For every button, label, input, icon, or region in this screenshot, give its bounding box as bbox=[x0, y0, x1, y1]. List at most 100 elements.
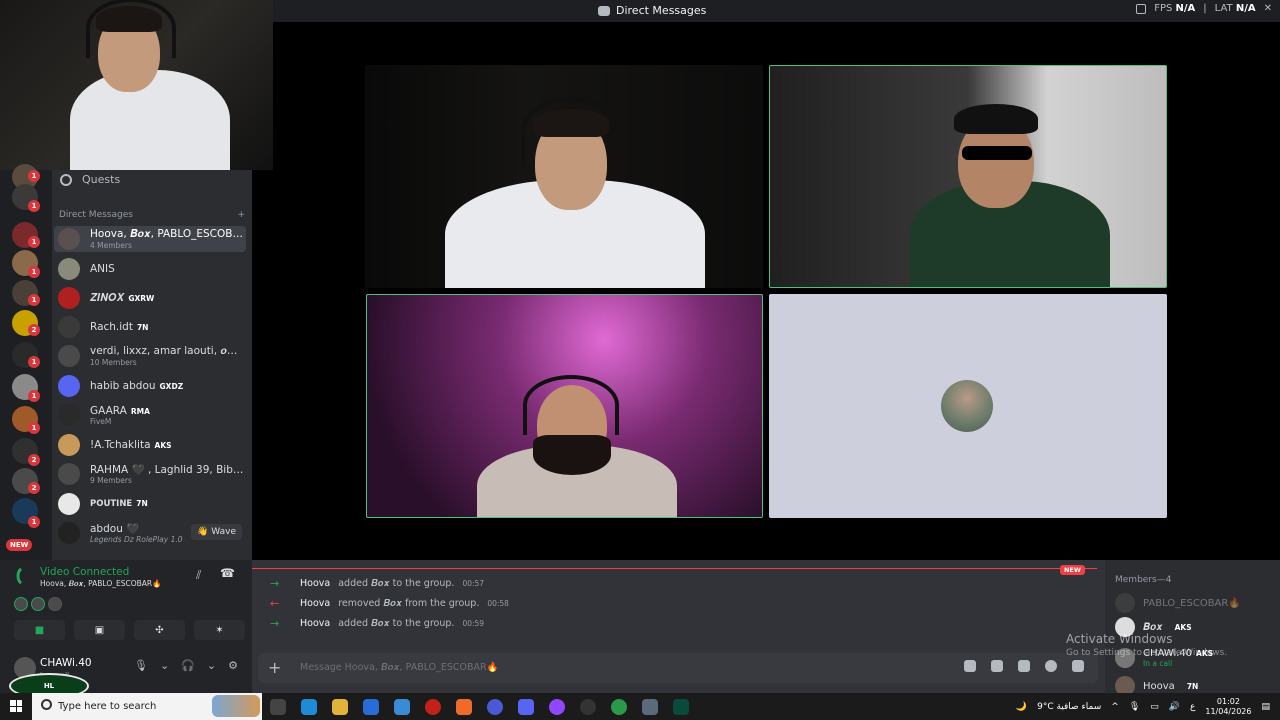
app-icon[interactable] bbox=[673, 699, 689, 715]
unread-badge: 1 bbox=[28, 356, 40, 368]
windows-start-icon[interactable] bbox=[10, 700, 22, 712]
message-composer[interactable]: + Message Hoova, 𝑩𝒐𝒙, PABLO_ESCOBAR🔥 bbox=[258, 653, 1098, 683]
overlay-icon[interactable] bbox=[1136, 3, 1147, 14]
soundboard-button[interactable]: ✶ bbox=[194, 620, 245, 640]
dm-sub: 4 Members bbox=[90, 241, 132, 250]
dm-item[interactable]: GAARA RMA FiveM bbox=[54, 402, 246, 428]
noise-suppression-icon[interactable]: ⫽ bbox=[196, 568, 201, 583]
gift-icon[interactable] bbox=[964, 660, 976, 672]
fps-readout: FPS N/A bbox=[1154, 3, 1196, 14]
dm-item[interactable]: POUTINE 7N bbox=[54, 491, 246, 517]
dm-name: verdi, lixxz, amar laouti, 𝒐𝒎𝒂𝒓𝒆 ... bbox=[90, 345, 246, 357]
video-tile[interactable] bbox=[769, 65, 1167, 288]
camera-button[interactable]: ■ bbox=[14, 620, 65, 640]
unread-badge: 1 bbox=[28, 266, 40, 278]
server-rail: 1 1 1 1 1 2 1 1 1 2 2 1 NEW bbox=[0, 164, 52, 560]
microphone-icon[interactable]: 🎙 bbox=[134, 659, 148, 672]
chevron-up-icon[interactable]: ^ bbox=[1111, 702, 1119, 712]
edge-icon[interactable] bbox=[301, 699, 317, 715]
avatar bbox=[58, 404, 80, 426]
window-title: Direct Messages bbox=[598, 4, 706, 17]
message-author[interactable]: Hoova bbox=[300, 598, 330, 609]
wave-button[interactable]: 👋 Wave bbox=[191, 524, 242, 540]
clock[interactable]: 01:02 11/04/2026 bbox=[1205, 697, 1251, 717]
unread-badge: 1 bbox=[28, 236, 40, 248]
headphones-icon[interactable]: 🎧 bbox=[181, 659, 195, 672]
video-tile[interactable] bbox=[366, 294, 763, 518]
app-icon[interactable] bbox=[642, 699, 658, 715]
dm-name: RAHMA 🖤 , Laghlid 39, Bibiche,... bbox=[90, 464, 246, 476]
app-icon[interactable] bbox=[425, 699, 441, 715]
quests-icon bbox=[60, 173, 72, 186]
member-list-header: Members—4 bbox=[1115, 575, 1172, 585]
message-author[interactable]: Hoova bbox=[300, 618, 330, 629]
dm-item[interactable]: !A.Tchaklita AKS bbox=[54, 432, 246, 458]
clan-tag: AKS bbox=[1174, 622, 1192, 632]
dm-item[interactable]: Hoova, 𝑩𝒐𝒙, PABLO_ESCOBAR... 4 Members bbox=[54, 226, 246, 252]
system-message: → Hoova added 𝑩𝒐𝒙 to the group. 00:57 bbox=[270, 577, 484, 590]
dm-name: Hoova, 𝑩𝒐𝒙, PABLO_ESCOBAR... bbox=[90, 228, 246, 240]
dm-item[interactable]: ANIS bbox=[54, 256, 246, 282]
screen-share-icon: ▣ bbox=[94, 624, 105, 636]
dm-item[interactable]: Rach.idt 7N bbox=[54, 314, 246, 340]
member-item[interactable]: PABLO_ESCOBAR🔥 bbox=[1115, 593, 1241, 613]
sticker-icon[interactable] bbox=[1018, 660, 1030, 672]
weather-text[interactable]: 9°C سماء صافية bbox=[1037, 702, 1101, 712]
obs-icon[interactable] bbox=[549, 699, 565, 715]
avatar bbox=[31, 597, 45, 611]
disconnect-icon[interactable]: ☎ bbox=[220, 566, 235, 580]
volume-icon[interactable]: 🔊 bbox=[1169, 702, 1180, 712]
dm-sub: 9 Members bbox=[90, 476, 132, 485]
language-indicator[interactable]: ع bbox=[1190, 702, 1195, 712]
task-view-icon[interactable] bbox=[270, 699, 286, 715]
weather-widget-icon[interactable] bbox=[212, 695, 260, 717]
file-explorer-icon[interactable] bbox=[332, 699, 348, 715]
dm-item[interactable]: habib abdou GXDZ bbox=[54, 373, 246, 399]
chevron-down-icon[interactable]: ⌄ bbox=[160, 659, 169, 672]
dm-item[interactable]: RAHMA 🖤 , Laghlid 39, Bibiche,...9 Membe… bbox=[54, 461, 246, 487]
weather-icon[interactable]: 🌙 bbox=[1016, 702, 1027, 712]
chrome-icon[interactable] bbox=[611, 699, 627, 715]
dm-item[interactable]: abdou 🖤 Legends Dz RolePlay 1.0 👋 Wave bbox=[54, 520, 246, 546]
store-icon[interactable] bbox=[394, 699, 410, 715]
gif-icon[interactable] bbox=[991, 660, 1003, 672]
signal-icon[interactable] bbox=[11, 567, 29, 585]
create-dm-button[interactable]: + bbox=[237, 210, 245, 220]
gear-icon[interactable]: ⚙ bbox=[228, 659, 238, 672]
streamer-webcam bbox=[0, 0, 273, 170]
soundboard-icon: ✶ bbox=[215, 624, 224, 636]
avatar bbox=[58, 434, 80, 456]
network-icon[interactable]: ▭ bbox=[1150, 702, 1159, 712]
dm-item[interactable]: 𝒁𝑰𝑵𝑶𝑿 GXRW bbox=[54, 285, 246, 311]
unread-badge: 1 bbox=[28, 170, 40, 182]
microphone-icon[interactable]: 🎙 bbox=[1129, 702, 1140, 712]
brave-icon[interactable] bbox=[456, 699, 472, 715]
message-input[interactable]: Message Hoova, 𝑩𝒐𝒙, PABLO_ESCOBAR🔥 bbox=[300, 662, 499, 673]
video-tile[interactable] bbox=[365, 65, 763, 288]
screen-share-button[interactable]: ▣ bbox=[74, 620, 125, 640]
voice-channel[interactable]: Hoova, 𝑩𝒐𝒙, PABLO_ESCOBAR🔥 bbox=[40, 579, 161, 589]
emoji-icon[interactable] bbox=[1045, 660, 1057, 672]
dm-header-label: Direct Messages bbox=[59, 210, 133, 220]
dm-item[interactable]: verdi, lixxz, amar laouti, 𝒐𝒎𝒂𝒓𝒆 ...10 M… bbox=[54, 343, 246, 369]
close-icon[interactable]: ✕ bbox=[1264, 3, 1272, 14]
taskbar-search[interactable]: Type here to search bbox=[32, 693, 262, 720]
arrow-left-icon: ← bbox=[270, 597, 280, 610]
clock-time: 01:02 bbox=[1216, 696, 1240, 706]
member-list: Members—4 PABLO_ESCOBAR🔥 𝑩𝒐𝒙 AKS CHAWi.4… bbox=[1105, 560, 1280, 696]
video-tile[interactable] bbox=[769, 294, 1167, 518]
mail-icon[interactable] bbox=[363, 699, 379, 715]
activities-button[interactable]: ✣ bbox=[134, 620, 185, 640]
media-player-icon[interactable] bbox=[487, 699, 503, 715]
attach-button[interactable]: + bbox=[268, 658, 281, 677]
avatar bbox=[14, 597, 28, 611]
app-icon[interactable] bbox=[580, 699, 596, 715]
quests-link[interactable]: Quests bbox=[60, 173, 120, 186]
discord-icon bbox=[598, 5, 610, 16]
voice-status[interactable]: Video Connected bbox=[40, 566, 129, 578]
discord-icon[interactable] bbox=[518, 699, 534, 715]
apps-icon[interactable] bbox=[1072, 660, 1084, 672]
notifications-icon[interactable]: ▤ bbox=[1261, 702, 1270, 712]
chevron-down-icon[interactable]: ⌄ bbox=[207, 659, 216, 672]
message-author[interactable]: Hoova bbox=[300, 578, 330, 589]
